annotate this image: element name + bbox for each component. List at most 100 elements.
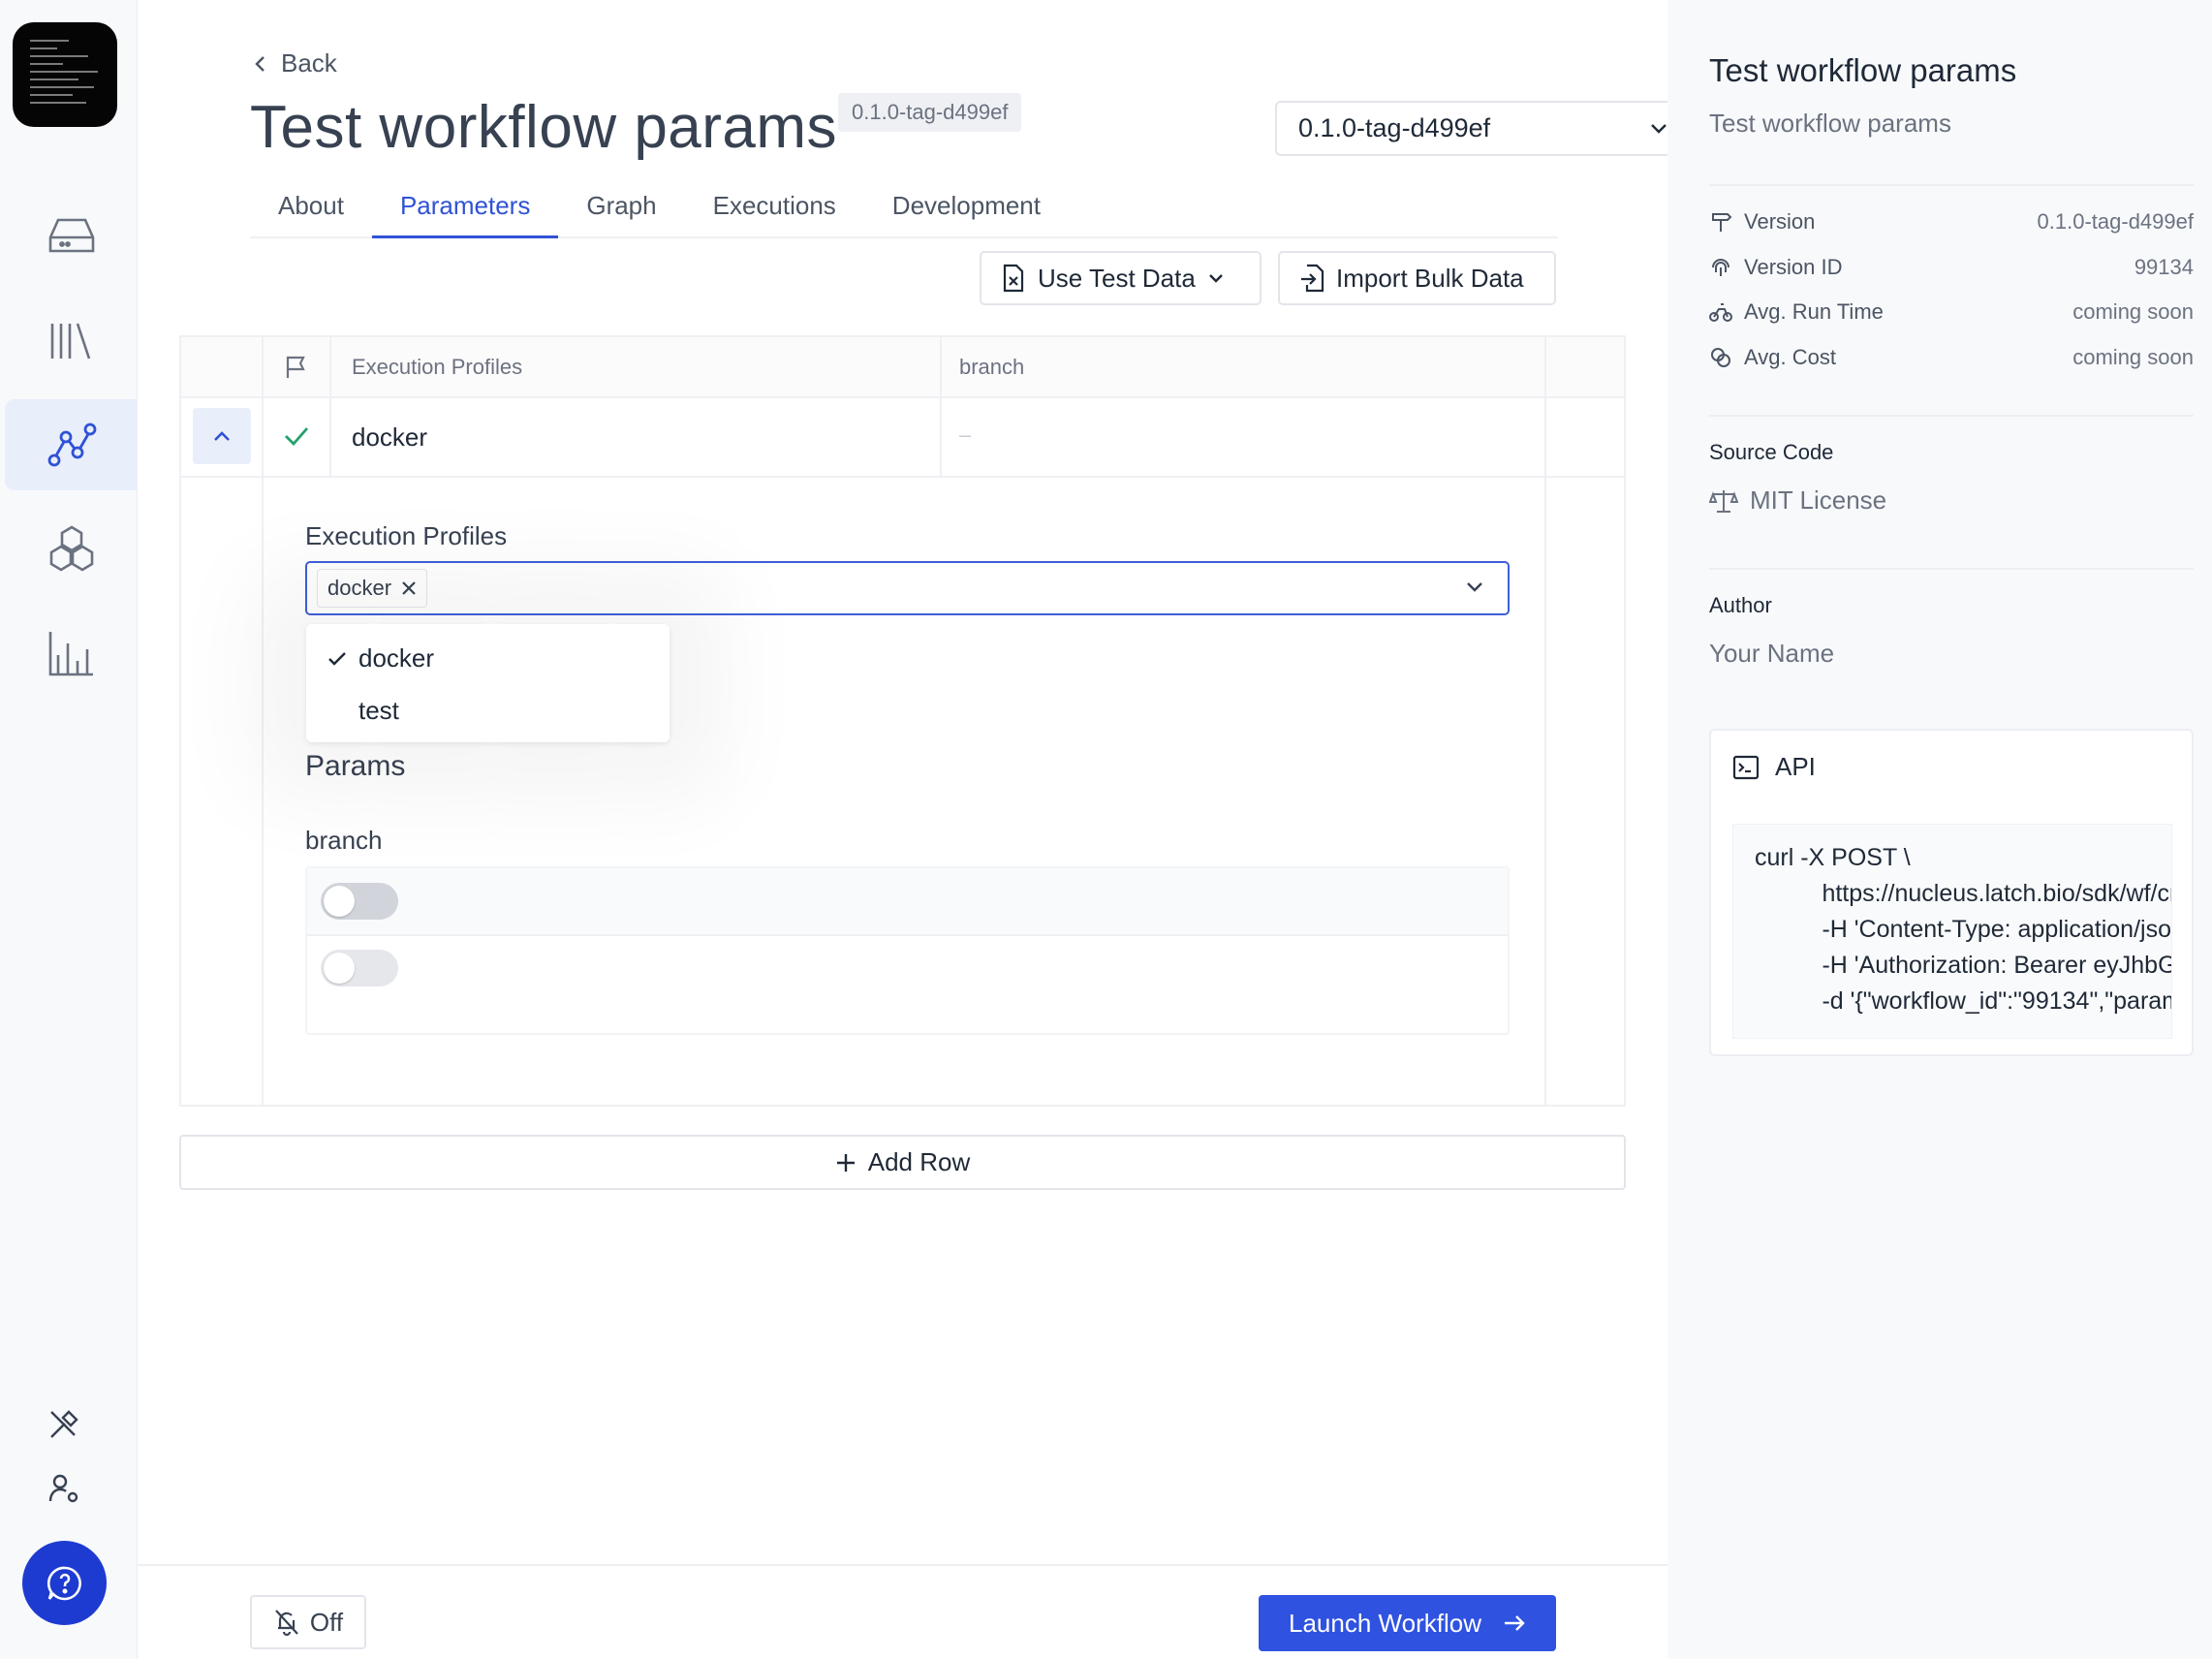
bike-icon	[1709, 303, 1732, 322]
tools-icon	[50, 1410, 78, 1438]
license-link[interactable]: MIT License	[1709, 485, 1886, 516]
arrow-right-icon	[1504, 1615, 1525, 1631]
tools-button[interactable]	[43, 1403, 85, 1446]
execution-profiles-label: Execution Profiles	[305, 521, 508, 550]
table-row[interactable]: docker –	[181, 398, 1624, 478]
bell-off-icon	[275, 1610, 298, 1637]
version-id-value: 99134	[2134, 255, 2194, 279]
check-icon	[285, 427, 309, 447]
library-icon	[50, 323, 90, 360]
bar-chart-icon	[48, 632, 93, 676]
nav-workflows[interactable]	[5, 399, 138, 490]
info-version: Version 0.1.0-tag-d499ef	[1709, 206, 2194, 237]
nav-plots[interactable]	[5, 503, 138, 594]
hexagons-icon	[49, 525, 93, 572]
fingerprint-icon	[1712, 259, 1729, 276]
nav-registry[interactable]	[5, 296, 138, 387]
tab-parameters[interactable]: Parameters	[371, 182, 559, 238]
use-test-data-label: Use Test Data	[1038, 263, 1196, 293]
flag-icon	[286, 356, 305, 378]
branch-toggle-new[interactable]	[321, 950, 398, 986]
collapse-row-button[interactable]	[193, 408, 251, 464]
header-branch: branch	[959, 355, 1025, 379]
table-header: Execution Profiles branch	[181, 337, 1624, 398]
nav-analytics[interactable]	[5, 608, 138, 699]
profile-chip-label: docker	[327, 576, 392, 600]
main-panel: Back Test workflow params 0.1.0-tag-d499…	[138, 0, 1692, 1659]
run-time-key: Avg. Run Time	[1744, 299, 1884, 324]
chevron-down-icon[interactable]	[1465, 580, 1484, 594]
help-chat-icon	[47, 1566, 81, 1600]
branch-label: branch	[305, 826, 383, 855]
info-version-id: Version ID 99134	[1709, 252, 2194, 283]
execution-profiles-select[interactable]: docker	[305, 561, 1510, 615]
import-bulk-data-button[interactable]: Import Bulk Data	[1278, 251, 1556, 305]
user-gear-icon	[48, 1474, 78, 1503]
check-icon	[328, 651, 346, 666]
version-badge: 0.1.0-tag-d499ef	[838, 93, 1022, 132]
chevron-up-icon	[214, 431, 230, 441]
signpost-icon	[1712, 213, 1732, 232]
version-select[interactable]: 0.1.0-tag-d499ef	[1275, 101, 1692, 156]
scale-icon	[1709, 489, 1738, 513]
api-code-snippet[interactable]: curl -X POST \ https://nucleus.latch.bio…	[1732, 824, 2172, 1039]
drive-icon	[48, 218, 94, 253]
info-run-time: Avg. Run Time coming soon	[1709, 297, 2194, 328]
tab-development[interactable]: Development	[864, 182, 1069, 238]
help-button[interactable]	[22, 1541, 107, 1625]
account-settings-button[interactable]	[43, 1467, 85, 1510]
profile-chip: docker	[317, 569, 428, 608]
profiles-dropdown-menu: docker test	[306, 624, 670, 742]
add-row-label: Add Row	[867, 1147, 971, 1176]
option-test[interactable]: test	[358, 696, 399, 726]
branch-toggle-list	[305, 866, 1510, 1035]
chevron-left-icon	[255, 55, 265, 72]
workspace-logo[interactable]	[13, 22, 117, 127]
tab-executions[interactable]: Executions	[685, 182, 864, 238]
import-bulk-data-label: Import Bulk Data	[1336, 263, 1524, 293]
api-heading: API	[1732, 752, 1816, 782]
row-profile-value: docker	[352, 423, 428, 452]
cost-value: coming soon	[2072, 345, 2194, 369]
tab-about[interactable]: About	[250, 182, 372, 238]
chevron-down-icon	[1208, 274, 1223, 283]
branch-toggle[interactable]	[321, 883, 398, 920]
version-value: 0.1.0-tag-d499ef	[2037, 209, 2194, 234]
license-label: MIT License	[1750, 485, 1887, 515]
version-id-key: Version ID	[1744, 255, 1843, 279]
parameters-table: Execution Profiles branch docker – Execu…	[179, 335, 1626, 1107]
run-time-value: coming soon	[2072, 299, 2194, 324]
option-docker-label: docker	[358, 643, 435, 673]
tab-bar: About Parameters Graph Executions Develo…	[250, 182, 1558, 238]
tab-graph[interactable]: Graph	[558, 182, 684, 238]
use-test-data-button[interactable]: Use Test Data	[980, 251, 1262, 305]
option-docker[interactable]: docker	[327, 643, 434, 673]
author-name: Your Name	[1709, 639, 1835, 668]
nav-data[interactable]	[5, 190, 138, 281]
back-link[interactable]: Back	[252, 48, 337, 78]
version-key: Version	[1744, 209, 1816, 234]
coins-icon	[1711, 348, 1730, 367]
file-data-icon	[1003, 264, 1024, 293]
info-subtitle: Test workflow params	[1709, 109, 1951, 138]
page-title: Test workflow params	[250, 94, 838, 161]
launch-workflow-button[interactable]: Launch Workflow	[1259, 1595, 1556, 1651]
api-card: API curl -X POST \ https://nucleus.latch…	[1709, 729, 2194, 1056]
info-cost: Avg. Cost coming soon	[1709, 342, 2194, 373]
info-panel: Test workflow params Test workflow param…	[1667, 0, 2212, 1659]
option-test-label: test	[358, 696, 399, 725]
plus-icon	[836, 1153, 855, 1172]
terminal-icon	[1732, 755, 1760, 779]
close-icon[interactable]	[401, 580, 417, 596]
version-select-value: 0.1.0-tag-d499ef	[1298, 113, 1491, 142]
source-code-heading: Source Code	[1709, 440, 1834, 464]
author-heading: Author	[1709, 593, 1772, 617]
add-row-button[interactable]: Add Row	[179, 1135, 1626, 1190]
info-title: Test workflow params	[1709, 52, 2017, 88]
file-import-icon	[1301, 264, 1324, 293]
chevron-down-icon	[1651, 123, 1667, 134]
header-execution-profiles: Execution Profiles	[352, 355, 523, 379]
notifications-label: Off	[309, 1607, 344, 1637]
launch-workflow-label: Launch Workflow	[1289, 1608, 1481, 1638]
notifications-toggle-button[interactable]: Off	[250, 1595, 366, 1649]
